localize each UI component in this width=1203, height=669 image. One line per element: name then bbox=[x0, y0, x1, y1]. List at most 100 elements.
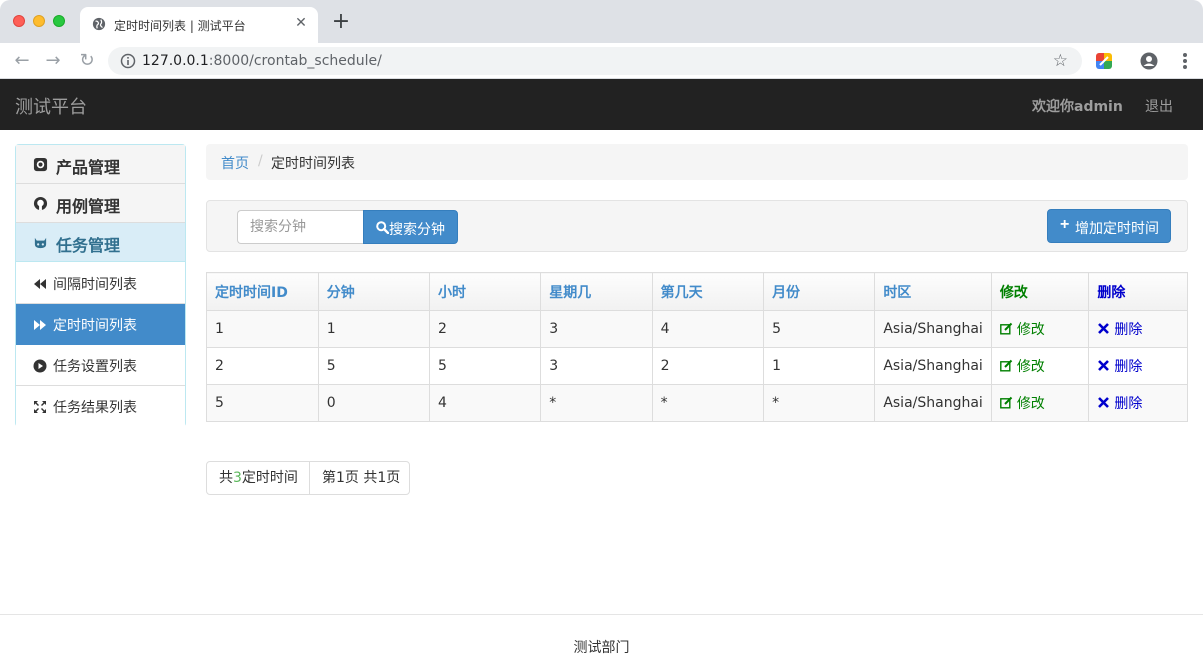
column-header: 月份 bbox=[763, 272, 876, 311]
reload-icon[interactable]: ↻ bbox=[76, 50, 98, 72]
cell-delete: 删除 bbox=[1088, 347, 1188, 385]
search-input[interactable] bbox=[237, 210, 363, 244]
brand-title[interactable]: 测试平台 bbox=[15, 93, 87, 119]
column-header: 分钟 bbox=[317, 272, 431, 311]
back-arrow-icon[interactable]: ← bbox=[11, 50, 33, 72]
total-count: 共3定时时间 bbox=[219, 462, 298, 494]
cell-delete: 删除 bbox=[1088, 384, 1188, 422]
total-prefix: 共 bbox=[219, 470, 233, 486]
tab-close-icon[interactable]: ✕ bbox=[292, 14, 310, 32]
edit-link[interactable]: 修改 bbox=[999, 322, 1045, 338]
delete-link[interactable]: 删除 bbox=[1097, 396, 1142, 412]
search-icon bbox=[376, 221, 389, 234]
forward-icon bbox=[34, 320, 46, 330]
add-crontab-button[interactable]: + 增加定时时间 bbox=[1047, 209, 1171, 243]
cell-id: 1 bbox=[206, 310, 319, 348]
plus-icon: + bbox=[1060, 216, 1070, 233]
add-button-label: 增加定时时间 bbox=[1075, 220, 1159, 236]
forward-arrow-icon[interactable]: → bbox=[42, 50, 64, 72]
delete-label: 删除 bbox=[1114, 322, 1143, 338]
delete-label: 删除 bbox=[1114, 396, 1143, 412]
column-header: 星期几 bbox=[540, 272, 653, 311]
github-alt-icon bbox=[34, 237, 47, 249]
cell-day: * bbox=[651, 384, 765, 422]
breadcrumb-current: 定时时间列表 bbox=[271, 156, 355, 172]
breadcrumb-home-link[interactable]: 首页 bbox=[221, 153, 249, 173]
table-row: 2 5 5 3 2 1 Asia/Shanghai 修改 删除 bbox=[206, 347, 1188, 385]
minimize-window-button[interactable] bbox=[33, 15, 45, 27]
cell-weekday: 3 bbox=[540, 310, 653, 348]
url-host: 127.0.0.1 bbox=[142, 53, 209, 69]
cell-minute: 0 bbox=[317, 384, 431, 422]
cell-id: 2 bbox=[206, 347, 319, 385]
bookmark-star-icon[interactable]: ☆ bbox=[1053, 51, 1068, 71]
browser-tabstrip: 定时时间列表 | 测试平台 ✕ + bbox=[0, 0, 1203, 43]
sidebar-item-label: 定时时间列表 bbox=[53, 318, 137, 334]
edit-label: 修改 bbox=[1016, 396, 1045, 412]
cell-weekday: 3 bbox=[540, 347, 653, 385]
cell-timezone: Asia/Shanghai bbox=[874, 347, 992, 385]
sidebar-item-label: 任务设置列表 bbox=[53, 359, 137, 375]
close-window-button[interactable] bbox=[13, 15, 25, 27]
cell-delete: 删除 bbox=[1088, 310, 1188, 348]
welcome-user-link[interactable]: 欢迎你admin bbox=[1032, 96, 1123, 116]
profile-icon[interactable] bbox=[1140, 52, 1158, 70]
pagination-divider bbox=[309, 462, 310, 494]
sidebar-item-task-results-list[interactable]: 任务结果列表 bbox=[16, 386, 185, 427]
footer-text: 测试部门 bbox=[573, 640, 630, 656]
table-row: 1 1 2 3 4 5 Asia/Shanghai 修改 删除 bbox=[206, 310, 1188, 348]
address-bar[interactable]: 127.0.0.1:8000/crontab_schedule/ ☆ bbox=[108, 47, 1082, 75]
new-tab-button[interactable]: + bbox=[330, 11, 352, 34]
tab-title: 定时时间列表 | 测试平台 bbox=[114, 19, 246, 33]
cell-hour: 4 bbox=[428, 384, 542, 422]
url-path: :8000/crontab_schedule/ bbox=[208, 53, 382, 69]
sidebar: 产品管理 用例管理 任务管理 间隔时间列表 定时时间列表 任务设置列表 任务结果… bbox=[15, 144, 186, 427]
delete-link[interactable]: 删除 bbox=[1097, 322, 1142, 338]
column-header: 时区 bbox=[874, 272, 992, 311]
logout-link[interactable]: 退出 bbox=[1145, 96, 1173, 116]
globe-icon bbox=[92, 17, 106, 31]
backward-icon bbox=[34, 279, 46, 289]
sidebar-item-interval-list[interactable]: 间隔时间列表 bbox=[16, 263, 185, 304]
column-header: 删除 bbox=[1088, 272, 1188, 311]
sidebar-item-task-settings-list[interactable]: 任务设置列表 bbox=[16, 345, 185, 386]
breadcrumb: 首页 / 定时时间列表 bbox=[206, 144, 1188, 180]
sidebar-item-crontab-list[interactable]: 定时时间列表 bbox=[16, 304, 185, 345]
edit-link[interactable]: 修改 bbox=[999, 396, 1045, 412]
crontab-table: 定时时间ID 分钟 小时 星期几 第几天 月份 时区 修改 删除 1 1 2 3… bbox=[206, 272, 1188, 422]
maximize-window-button[interactable] bbox=[53, 15, 65, 27]
sidebar-section-label: 任务管理 bbox=[56, 236, 121, 255]
total-number: 3 bbox=[233, 470, 242, 486]
table-row: 5 0 4 * * * Asia/Shanghai 修改 删除 bbox=[206, 384, 1188, 422]
cell-timezone: Asia/Shanghai bbox=[874, 384, 992, 422]
sidebar-section-testcase[interactable]: 用例管理 bbox=[16, 184, 185, 223]
total-suffix: 定时时间 bbox=[241, 470, 298, 486]
breadcrumb-separator: / bbox=[258, 153, 263, 169]
pagination: 共3定时时间 第1页 共1页 bbox=[206, 461, 410, 495]
url-text[interactable]: 127.0.0.1:8000/crontab_schedule/ bbox=[142, 53, 382, 69]
cell-month: 5 bbox=[763, 310, 876, 348]
sidebar-section-label: 用例管理 bbox=[56, 197, 121, 216]
remove-icon bbox=[1098, 360, 1110, 371]
sidebar-section-product[interactable]: 产品管理 bbox=[16, 145, 185, 184]
search-toolbar: 搜索分钟 + 增加定时时间 bbox=[206, 200, 1188, 252]
info-icon[interactable] bbox=[120, 53, 136, 69]
edit-label: 修改 bbox=[1016, 322, 1045, 338]
cell-minute: 5 bbox=[317, 347, 431, 385]
browser-tab[interactable]: 定时时间列表 | 测试平台 ✕ bbox=[80, 7, 318, 43]
cell-hour: 2 bbox=[428, 310, 542, 348]
browser-menu-icon[interactable] bbox=[1176, 51, 1194, 71]
delete-link[interactable]: 删除 bbox=[1097, 359, 1142, 375]
github-icon bbox=[33, 157, 48, 172]
cell-day: 2 bbox=[651, 347, 765, 385]
cell-weekday: * bbox=[540, 384, 653, 422]
column-header: 第几天 bbox=[651, 272, 765, 311]
search-button[interactable]: 搜索分钟 bbox=[363, 210, 458, 244]
cell-month: 1 bbox=[763, 347, 876, 385]
remove-icon bbox=[1098, 323, 1110, 334]
extension-icon[interactable] bbox=[1096, 53, 1112, 69]
column-header: 小时 bbox=[428, 272, 542, 311]
delete-label: 删除 bbox=[1114, 359, 1143, 375]
sidebar-section-task[interactable]: 任务管理 bbox=[16, 223, 185, 262]
edit-link[interactable]: 修改 bbox=[999, 359, 1045, 375]
